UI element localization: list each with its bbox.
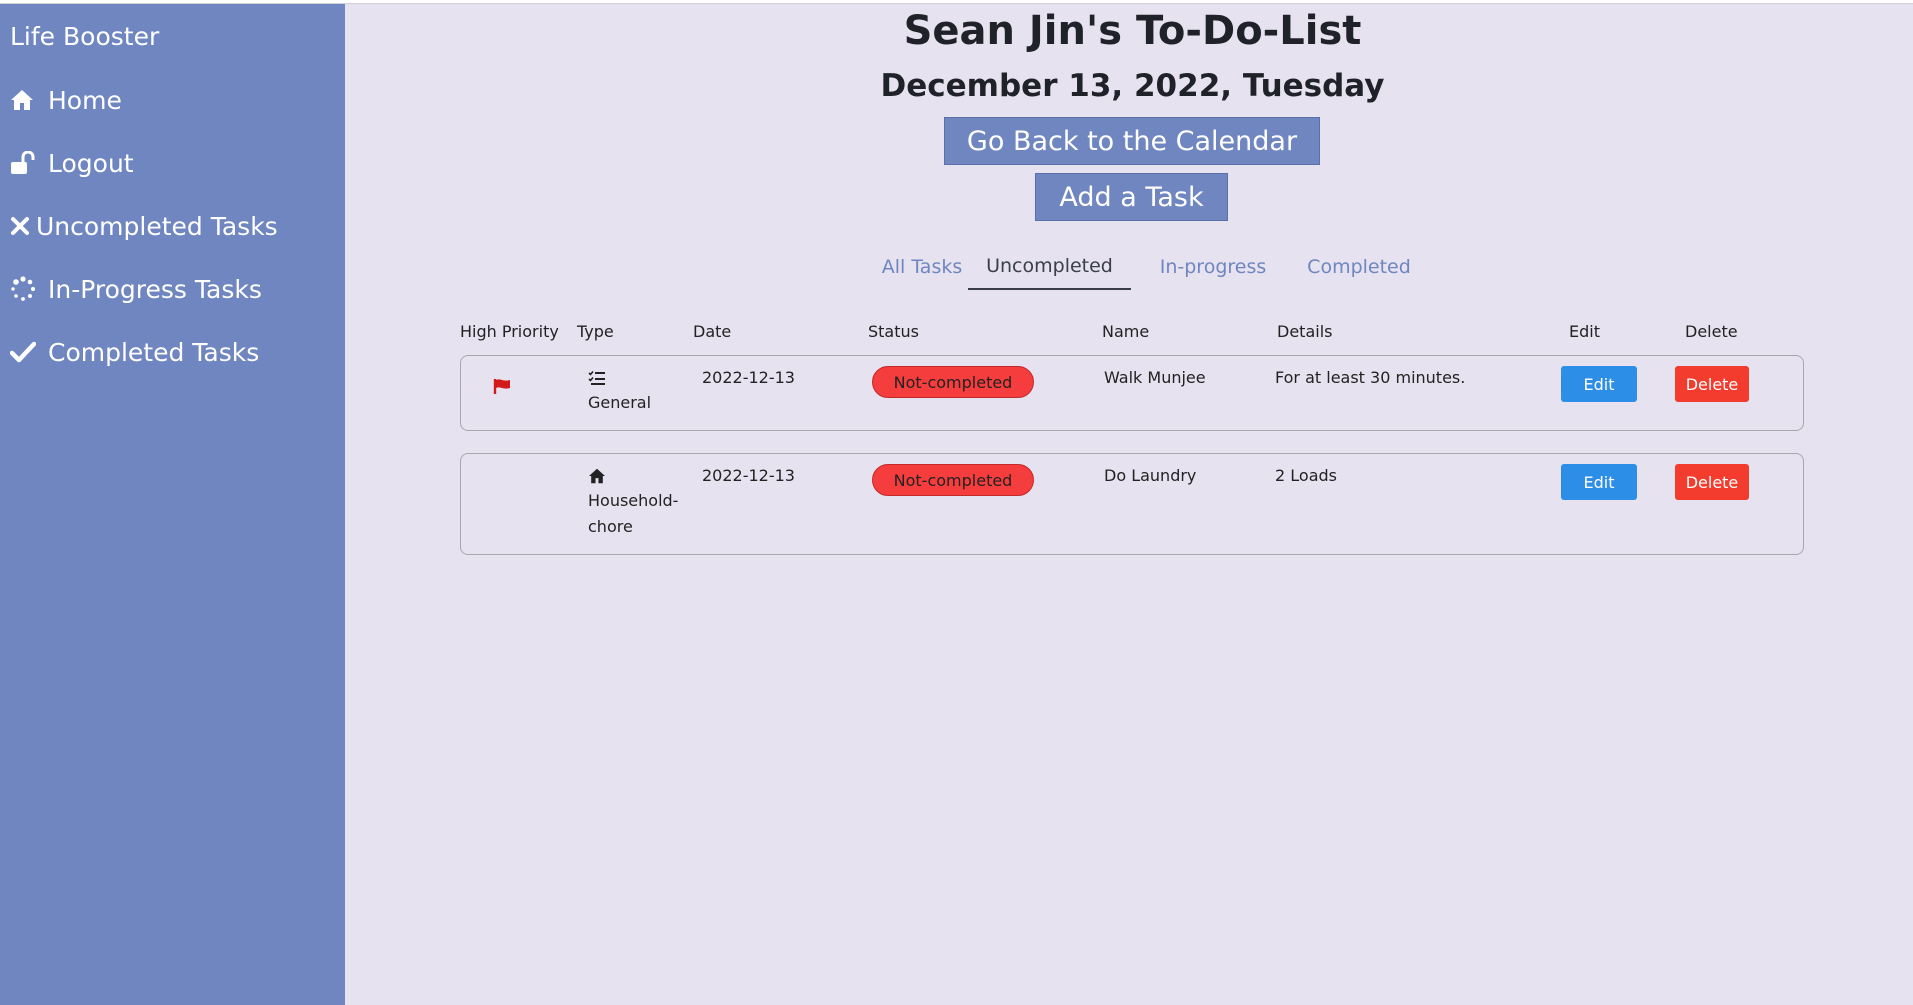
column-header-name: Name	[1102, 322, 1150, 341]
edit-button[interactable]: Edit	[1561, 464, 1637, 500]
check-icon	[10, 337, 40, 367]
task-name: Walk Munjee	[1104, 368, 1206, 387]
sidebar-item-completed-tasks[interactable]: Completed Tasks	[10, 332, 259, 372]
type-label: General	[588, 393, 652, 412]
status-badge: Not-completed	[872, 366, 1034, 398]
home-icon	[588, 466, 688, 488]
go-back-to-calendar-button[interactable]: Go Back to the Calendar	[944, 117, 1320, 165]
page-date: December 13, 2022, Tuesday	[880, 68, 1385, 104]
sidebar-item-label: Completed Tasks	[48, 337, 260, 367]
date-cell: 2022-12-13	[702, 466, 795, 485]
edit-button[interactable]: Edit	[1561, 366, 1637, 402]
sidebar-item-in-progress-tasks[interactable]: In-Progress Tasks	[10, 269, 262, 309]
main-content: Sean Jin's To-Do-List December 13, 2022,…	[345, 4, 1913, 1005]
sidebar-item-uncompleted-tasks[interactable]: Uncompleted Tasks	[10, 206, 278, 246]
delete-button[interactable]: Delete	[1675, 464, 1749, 500]
home-icon	[10, 85, 40, 115]
tab-all-tasks[interactable]: All Tasks	[861, 244, 983, 290]
sidebar-item-logout[interactable]: Logout	[10, 143, 134, 183]
sidebar-item-label: Uncompleted Tasks	[36, 211, 278, 241]
checklist-icon	[588, 368, 688, 390]
sidebar-item-home[interactable]: Home	[10, 80, 122, 120]
task-details: 2 Loads	[1275, 466, 1337, 485]
x-icon	[10, 211, 32, 241]
high-priority-flag-icon	[493, 378, 511, 399]
status-badge: Not-completed	[872, 464, 1034, 496]
task-details: For at least 30 minutes.	[1275, 368, 1466, 387]
type-cell: Household- chore	[588, 466, 688, 540]
type-label-line-1: Household-	[588, 491, 679, 510]
column-header-date: Date	[693, 322, 732, 341]
date-cell: 2022-12-13	[702, 368, 795, 387]
tab-in-progress[interactable]: In-progress	[1141, 244, 1285, 290]
sidebar-item-label: Logout	[48, 148, 134, 178]
table-row: General 2022-12-13 Not-completed Walk Mu…	[460, 355, 1804, 431]
type-cell: General	[588, 368, 688, 416]
sidebar-item-label: In-Progress Tasks	[48, 274, 262, 304]
column-header-status: Status	[868, 322, 919, 341]
column-header-details: Details	[1277, 322, 1333, 341]
add-task-button[interactable]: Add a Task	[1035, 173, 1228, 221]
brand-title[interactable]: Life Booster	[10, 22, 159, 51]
tab-uncompleted[interactable]: Uncompleted	[968, 244, 1131, 290]
sidebar-item-label: Home	[48, 85, 122, 115]
column-header-delete: Delete	[1685, 322, 1738, 341]
unlock-icon	[10, 148, 40, 178]
table-row: Household- chore 2022-12-13 Not-complete…	[460, 453, 1804, 555]
task-filter-tabs: All Tasks Uncompleted In-progress Comple…	[345, 244, 1913, 290]
tab-completed[interactable]: Completed	[1284, 244, 1434, 290]
column-header-type: Type	[577, 322, 614, 341]
page-title: Sean Jin's To-Do-List	[903, 8, 1362, 54]
spinner-icon	[10, 274, 40, 304]
column-header-high-priority: High Priority	[460, 322, 559, 341]
delete-button[interactable]: Delete	[1675, 366, 1749, 402]
table-header: High Priority Type Date Status Name Deta…	[345, 322, 1913, 346]
sidebar: Life Booster Home Logout Uncompleted Tas…	[0, 4, 345, 1005]
column-header-edit: Edit	[1569, 322, 1600, 341]
task-name: Do Laundry	[1104, 466, 1197, 485]
type-label-line-2: chore	[588, 517, 633, 536]
